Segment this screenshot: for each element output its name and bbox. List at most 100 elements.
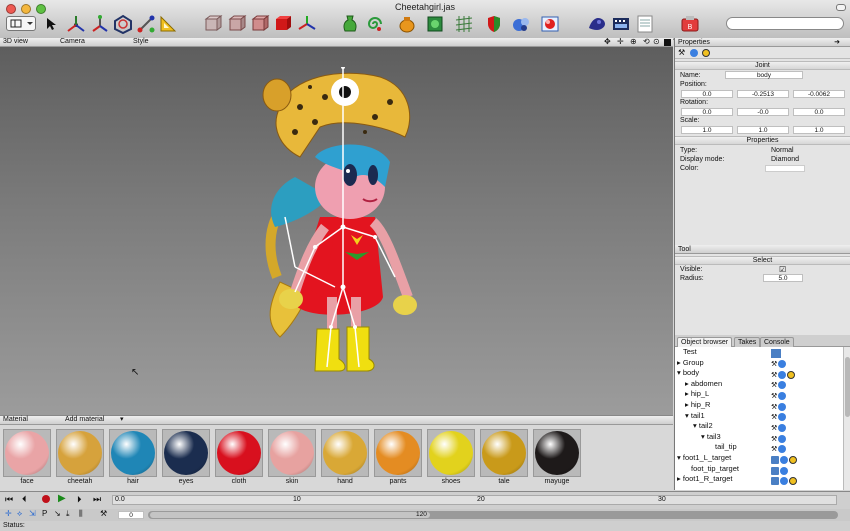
back-arrow-icon[interactable]: ➜ [834, 38, 840, 47]
scrollbar-thumb[interactable] [845, 357, 850, 417]
axis-icon[interactable] [297, 14, 317, 34]
record-icon[interactable] [42, 495, 50, 503]
layout-button[interactable] [6, 16, 36, 31]
display-mode-select[interactable]: Diamond [771, 156, 799, 163]
list-item[interactable]: ▾ body [675, 368, 843, 379]
bone-tool-icon[interactable]: ⚒ [678, 48, 685, 57]
material-swatch[interactable] [162, 429, 210, 477]
list-item[interactable]: ▸ abdomen [675, 379, 843, 390]
material-icon[interactable] [587, 14, 607, 34]
viewport-3d[interactable]: ↖ [0, 47, 673, 415]
visible-checkbox[interactable]: ☑ [779, 265, 786, 274]
list-item[interactable]: ▸ Group [675, 358, 843, 369]
material-swatch[interactable] [374, 429, 422, 477]
close-window-icon[interactable] [6, 4, 16, 14]
name-field[interactable]: body [725, 71, 803, 79]
material-swatch[interactable] [480, 429, 528, 477]
scale-icon[interactable] [136, 14, 156, 34]
list-item[interactable]: ▾ tail1 [675, 411, 843, 422]
list-item[interactable]: ▾ tail2 [675, 421, 843, 432]
search-input[interactable] [726, 17, 844, 30]
list-item[interactable]: ▸ hip_L [675, 389, 843, 400]
bone-tool-icon[interactable]: ⚒ [100, 509, 107, 518]
cube-red-icon[interactable] [273, 14, 293, 34]
prev-frame-icon[interactable]: ⏴ [22, 494, 27, 505]
select-arrow-icon[interactable] [46, 17, 56, 33]
position-x-field[interactable]: 0.0 [681, 90, 733, 98]
material-swatch[interactable] [3, 429, 51, 477]
next-frame-icon[interactable]: ⏵ [77, 494, 82, 505]
radius-field[interactable]: 5.0 [763, 274, 803, 282]
vase-icon[interactable] [340, 14, 360, 34]
material-swatch[interactable] [268, 429, 316, 477]
current-frame-field[interactable]: 0 [118, 511, 144, 519]
material-swatch[interactable] [427, 429, 475, 477]
list-item[interactable]: ▸ hip_R [675, 400, 843, 411]
position-y-field[interactable]: -0.2513 [737, 90, 789, 98]
rotation-x-field[interactable]: 0.0 [681, 108, 733, 116]
spiral-icon[interactable] [365, 14, 385, 34]
zoom-view-icon[interactable]: ⊕ [630, 37, 637, 46]
material-swatch[interactable] [533, 429, 581, 477]
minimize-window-icon[interactable] [21, 4, 31, 14]
cube-wire-icon[interactable] [203, 14, 223, 34]
skip-end-icon[interactable]: ⏭ [93, 494, 101, 505]
style-menu[interactable]: Style [133, 38, 149, 45]
scale-y-field[interactable]: 1.0 [737, 126, 789, 134]
scale-z-field[interactable]: 1.0 [793, 126, 845, 134]
render-icon[interactable] [540, 14, 560, 34]
paint-icon[interactable] [511, 14, 531, 34]
list-item[interactable]: Test [675, 347, 843, 358]
pan-view-icon[interactable]: ✛ [617, 37, 624, 46]
material-swatch[interactable] [215, 429, 263, 477]
browser-scrollbar[interactable] [843, 347, 850, 490]
zoom-window-icon[interactable] [36, 4, 46, 14]
list-item[interactable]: tail_tip [675, 442, 843, 453]
physics-icon[interactable] [702, 49, 710, 57]
move-view-icon[interactable]: ✥ [604, 37, 611, 46]
box-icon[interactable] [425, 14, 445, 34]
key-curve-icon[interactable]: ↘ [54, 509, 61, 518]
list-item[interactable]: foot_tip_target [675, 464, 843, 475]
ruler-icon[interactable] [158, 14, 178, 34]
material-swatch[interactable] [109, 429, 157, 477]
film-icon[interactable] [611, 14, 631, 34]
move-icon[interactable] [66, 14, 86, 34]
tab-object-browser[interactable]: Object browser [677, 337, 733, 347]
bones-icon[interactable] [90, 14, 110, 34]
add-key-icon[interactable]: ✛ [5, 509, 12, 518]
rotation-y-field[interactable]: -0.0 [737, 108, 789, 116]
rotate-view-icon[interactable]: ⟲ [643, 37, 650, 46]
rotation-z-field[interactable]: 0.0 [793, 108, 845, 116]
toolbar-toggle-icon[interactable] [836, 4, 846, 11]
key-move-icon[interactable]: ⟡ [17, 509, 22, 519]
type-select[interactable]: Normal [771, 147, 794, 154]
key-p-icon[interactable]: P [42, 509, 47, 518]
info-icon[interactable] [690, 49, 698, 57]
list-item[interactable]: ▾ tail3 [675, 432, 843, 443]
play-icon[interactable]: ▶ [58, 493, 66, 504]
key-scale-icon[interactable]: ⇲ [29, 509, 36, 518]
camera-menu[interactable]: Camera [60, 38, 85, 45]
key-flat-icon[interactable]: ⤓ [66, 509, 70, 519]
grid-icon[interactable] [454, 14, 474, 34]
notes-icon[interactable] [635, 14, 655, 34]
list-item[interactable]: ▸ foot1_R_target [675, 474, 843, 485]
cube-front-icon[interactable] [227, 14, 247, 34]
rotate-icon[interactable] [113, 14, 133, 35]
tab-takes[interactable]: Takes [734, 337, 761, 347]
frame-range-slider[interactable]: 120 [148, 511, 838, 519]
frame-range-thumb[interactable] [150, 512, 430, 518]
tab-console[interactable]: Console [760, 337, 794, 347]
list-item[interactable]: ▾ foot1_L_target [675, 453, 843, 464]
camera-icon[interactable]: B [680, 14, 700, 34]
key-bars-icon[interactable]: ⫼ [79, 509, 83, 519]
material-swatch[interactable] [321, 429, 369, 477]
scale-x-field[interactable]: 1.0 [681, 126, 733, 134]
add-material-button[interactable]: Add material [65, 416, 104, 423]
maximize-view-icon[interactable] [664, 39, 671, 46]
position-z-field[interactable]: -0.0062 [793, 90, 845, 98]
material-swatch[interactable] [56, 429, 104, 477]
skip-start-icon[interactable]: ⏮ [5, 494, 13, 505]
pot-icon[interactable] [397, 14, 417, 34]
